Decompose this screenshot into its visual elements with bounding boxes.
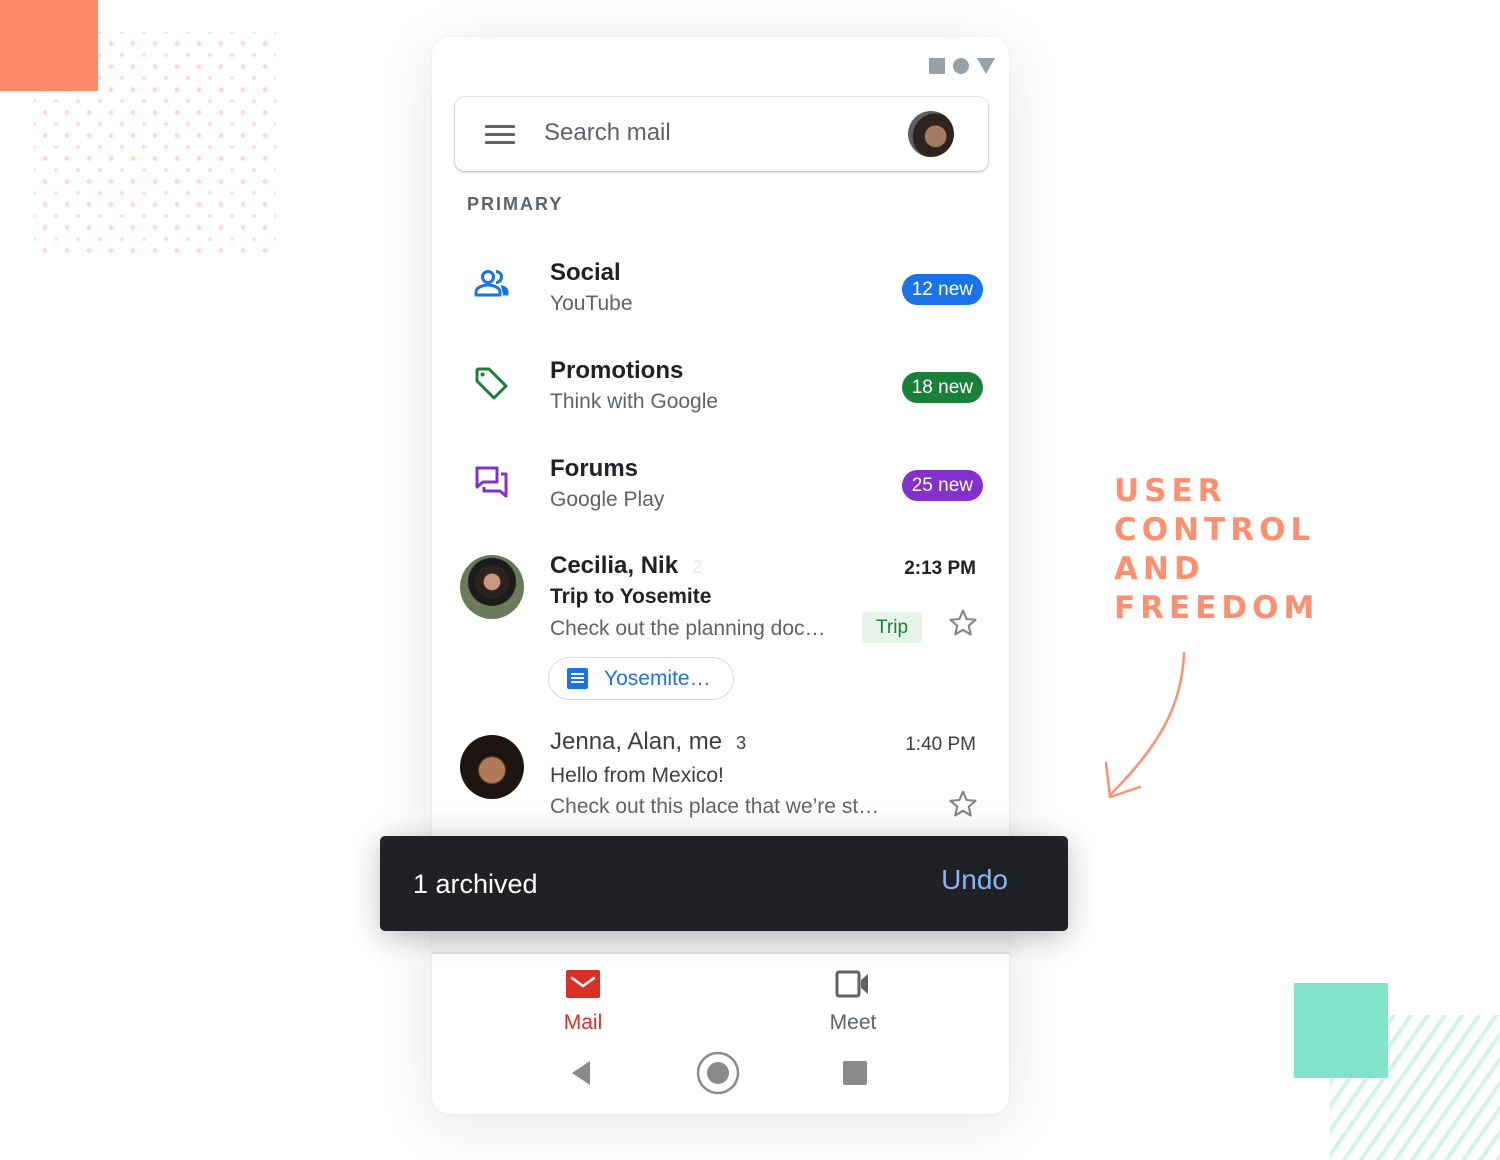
triangle-icon: [977, 58, 995, 74]
tab-mail[interactable]: Mail: [523, 970, 643, 1035]
mail-icon: [566, 970, 600, 998]
recents-icon[interactable]: [842, 1060, 868, 1086]
system-navigation-bar: [432, 1050, 1009, 1095]
caption-line: USER: [1114, 473, 1227, 509]
caption-line: CONTROL: [1114, 512, 1316, 548]
thread-count: 3: [736, 733, 747, 753]
sender-avatar: [460, 555, 524, 619]
home-icon[interactable]: [695, 1050, 741, 1096]
email-snippet: Check out this place that we’re st…: [550, 795, 880, 818]
attachment-chip[interactable]: Yosemite…: [548, 657, 734, 700]
email-subject: Trip to Yosemite: [550, 585, 712, 608]
status-bar: [929, 58, 995, 74]
decorative-teal-square: [1294, 983, 1388, 1078]
heuristic-caption: USER CONTROL AND FREEDOM: [1114, 472, 1319, 628]
category-forums[interactable]: Forums Google Play 25 new: [432, 443, 1009, 523]
caption-line: AND: [1114, 551, 1205, 587]
section-label-primary: PRIMARY: [467, 194, 564, 214]
new-count-badge: 18 new: [901, 372, 983, 403]
star-icon[interactable]: [947, 788, 979, 820]
sender-names: Cecilia, Nik: [550, 552, 679, 579]
curved-arrow-icon: [1104, 651, 1186, 799]
snackbar: 1 archived Undo: [380, 836, 1068, 931]
tab-meet[interactable]: Meet: [793, 970, 913, 1035]
circle-icon: [953, 58, 969, 74]
category-title: Promotions: [550, 357, 684, 384]
label-chip-trip[interactable]: Trip: [862, 612, 923, 643]
new-count-badge: 12 new: [901, 274, 983, 305]
email-sender: Jenna, Alan, me 3: [550, 728, 746, 756]
search-input[interactable]: Search mail: [544, 119, 671, 147]
category-subtitle: Google Play: [550, 488, 665, 511]
attachment-name: Yosemite…: [604, 666, 711, 690]
email-sender: Cecilia, Nik 2: [550, 552, 702, 580]
tab-label: Mail: [563, 1011, 603, 1034]
people-icon: [474, 270, 509, 297]
tag-icon: [475, 367, 508, 400]
category-title: Forums: [550, 455, 639, 482]
email-row[interactable]: Cecilia, Nik 2 2:13 PM Trip to Yosemite C…: [432, 542, 1009, 707]
phone-screen: Search mail PRIMARY Social YouTube 12 ne…: [432, 37, 1009, 1114]
undo-button[interactable]: Undo: [941, 864, 1008, 896]
sender-avatar: [460, 735, 524, 799]
category-subtitle: YouTube: [550, 292, 633, 315]
email-snippet: Check out the planning doc…: [550, 617, 826, 640]
star-icon[interactable]: [947, 607, 979, 639]
decorative-orange-square: [0, 0, 98, 91]
email-row[interactable]: Jenna, Alan, me 3 1:40 PM Hello from Mexi…: [432, 722, 1009, 832]
sender-names: Jenna, Alan, me: [550, 728, 723, 755]
category-social[interactable]: Social YouTube 12 new: [432, 247, 1009, 327]
category-title: Social: [550, 259, 621, 286]
caption-line: FREEDOM: [1114, 590, 1320, 626]
hamburger-menu-icon[interactable]: [485, 125, 515, 145]
new-count-badge: 25 new: [901, 470, 983, 501]
back-icon[interactable]: [568, 1059, 594, 1087]
google-doc-icon: [567, 668, 588, 689]
email-subject: Hello from Mexico!: [550, 764, 724, 787]
category-subtitle: Think with Google: [550, 390, 719, 413]
search-bar[interactable]: Search mail: [455, 97, 988, 171]
forum-icon: [475, 466, 508, 498]
account-avatar[interactable]: [908, 111, 954, 157]
tab-label: Meet: [829, 1011, 877, 1034]
video-camera-icon: [835, 970, 868, 998]
email-time: 2:13 PM: [904, 558, 976, 579]
email-time: 1:40 PM: [905, 734, 976, 755]
thread-count: 2: [692, 557, 703, 577]
snackbar-message: 1 archived: [413, 869, 538, 899]
square-icon: [929, 58, 945, 74]
bottom-nav-divider: [432, 952, 1009, 954]
category-promotions[interactable]: Promotions Think with Google 18 new: [432, 345, 1009, 425]
